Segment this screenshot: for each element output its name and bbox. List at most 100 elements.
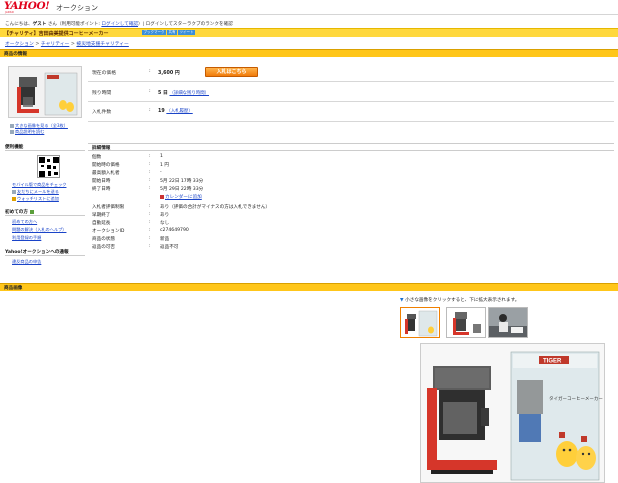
current-price-row: 現在の価格 : 3,600 円 入札はこちら (88, 62, 614, 82)
detail-label: 入札者評価制限 (92, 205, 125, 210)
breadcrumb-item[interactable]: チャリティー (41, 42, 69, 47)
help-heading: 初めての方 (5, 209, 85, 216)
help-link[interactable]: 問題の解決（入札のヘルプ） (12, 226, 66, 234)
help-links: 初めての方へ 問題の解決（入札のヘルプ） 利用登録の手順 (12, 218, 66, 243)
breadcrumb: オークション > チャリティー > 被災地支援チャリティー (5, 40, 129, 47)
current-price-value: 3,600 円 (158, 71, 180, 76)
item-title-bar: 【チャリティ】吉田由美提供コーヒーメーカー ブックマーク 共有 ツイート (0, 28, 618, 37)
add-calendar-link[interactable]: カレンダーに追加 (165, 195, 202, 200)
breadcrumb-sep: > (33, 42, 41, 47)
document-icon (10, 130, 14, 134)
section-product-info: 商品の情報 (0, 49, 618, 57)
share-button[interactable]: 共有 (167, 30, 177, 35)
detail-label: 最高額入札者 (92, 171, 120, 176)
help-link[interactable]: 初めての方へ (12, 218, 66, 226)
detail-label: 開始日時 (92, 179, 111, 184)
detail-label: 開始時の価格 (92, 163, 120, 168)
add-watchlist-link[interactable]: ウォッチリストに追加 (17, 196, 59, 201)
section-product-images: 商品画像 (0, 283, 618, 291)
image-hint-text: 小さな画像をクリックすると、下に拡大表示されます。 (405, 298, 520, 303)
greeting-rest: ）| ログインしてスターラクブのランクを確認 (138, 22, 233, 27)
convenience-heading: 便利機能 (5, 144, 85, 151)
time-left-days: 5 日 (158, 91, 168, 96)
thumbnail-1[interactable] (400, 307, 440, 338)
colon: : (149, 220, 151, 225)
coffee-maker-large-image: TIGER タイガーコーヒーメーカー (421, 344, 604, 482)
mail-icon (12, 190, 16, 194)
detail-value: なし (160, 221, 170, 226)
report-link-wrap: 違反商品の申告 (12, 259, 41, 265)
tweet-button[interactable]: ツイート (178, 30, 195, 35)
detail-value: c274649790 (160, 228, 189, 233)
large-product-image[interactable]: TIGER タイガーコーヒーメーカー (420, 343, 605, 483)
detail-value: 5月 22日 17時 33分 (160, 179, 204, 184)
bids-row: 入札件数 : 19 （入札履歴） (88, 102, 614, 122)
share-buttons: ブックマーク 共有 ツイート (142, 30, 196, 36)
report-heading: Yahoo!オークションへの通報 (5, 249, 85, 256)
help-icon (29, 209, 34, 214)
help-link[interactable]: 利用登録の手順 (12, 234, 66, 242)
view-large-images-link[interactable]: 大きな画像を見る（全3枚） (15, 123, 68, 128)
bid-button[interactable]: 入札はこちら (205, 67, 258, 77)
section-title: 商品画像 (4, 286, 23, 291)
detail-value: 1 円 (160, 163, 169, 168)
greeting-prefix: こんにちは、 (5, 22, 33, 27)
colon: : (149, 89, 151, 94)
site-name[interactable]: オークション (56, 3, 98, 13)
colon: : (149, 186, 151, 191)
greeting-middle: さん（利用可能ポイント: (46, 22, 102, 27)
item-title: 【チャリティ】吉田由美提供コーヒーメーカー (4, 31, 109, 37)
detail-value: 1 (160, 154, 163, 159)
calendar-wrap: カレンダーに追加 (160, 194, 202, 200)
help-heading-text: 初めての方 (5, 210, 30, 215)
colon: : (149, 154, 151, 159)
login-link[interactable]: ログインして確認 (101, 22, 138, 27)
breadcrumb-item[interactable]: オークション (5, 42, 34, 47)
thumbnail-3[interactable] (488, 307, 528, 338)
detail-label: 個数 (92, 155, 102, 160)
qr-code (37, 155, 60, 178)
box-brand-text: TIGER (543, 359, 562, 365)
product-image-links: 大きな画像を見る（全3枚） 商品説明を読む (10, 123, 68, 135)
bids-value: 19 （入札履歴） (158, 108, 193, 114)
bid-history-link[interactable]: （入札履歴） (166, 109, 192, 114)
bids-count: 19 (158, 109, 165, 114)
colon: : (149, 244, 151, 249)
colon: : (149, 204, 151, 209)
bookmark-button[interactable]: ブックマーク (142, 30, 166, 35)
thumb-box-image (401, 308, 439, 337)
calendar-icon (160, 194, 164, 199)
product-main-image[interactable] (8, 66, 82, 118)
read-description-link[interactable]: 商品説明を読む (15, 129, 44, 134)
bids-label: 入札件数 (92, 110, 112, 115)
detail-value: - (160, 170, 162, 175)
details-title: 詳細情報 (92, 146, 111, 151)
details-heading: 詳細情報 (88, 143, 614, 151)
colon: : (149, 236, 151, 241)
detail-label: 自動延長 (92, 221, 111, 226)
detail-label: 返品の可否 (92, 245, 115, 250)
breadcrumb-item[interactable]: 被災地支援チャリティー (76, 42, 128, 47)
thumbnail-2[interactable] (446, 307, 486, 338)
detail-label: オークションID (92, 229, 125, 234)
box-title-text: タイガーコーヒーメーカー (549, 395, 603, 402)
time-left-label: 残り時間 (92, 91, 112, 96)
detail-label: 終了日時 (92, 187, 111, 192)
detail-value: あり (160, 213, 170, 218)
detail-value: 5月 29日 22時 33分 (160, 187, 204, 192)
detail-value: 返品不可 (160, 245, 179, 250)
colon: : (149, 170, 151, 175)
greeting-bar: こんにちは、ゲスト さん（利用可能ポイント: ログインして確認）| ログインして… (5, 21, 233, 27)
detail-label: 早期終了 (92, 213, 111, 218)
report-violation-link[interactable]: 違反商品の申告 (12, 259, 41, 264)
colon: : (149, 108, 151, 113)
time-left-detail-link[interactable]: （詳細な残り時間） (169, 91, 209, 96)
mobile-check-link[interactable]: モバイル版で商品をチェック (12, 181, 66, 188)
yahoo-logo[interactable]: YAHOO! (4, 1, 50, 12)
image-hint: ▼ 小さな画像をクリックすると、下に拡大表示されます。 (400, 297, 519, 303)
colon: : (149, 212, 151, 217)
send-mail-link[interactable]: 友だちにメールを送る (17, 189, 59, 194)
thumb-signing-image (489, 308, 527, 337)
yahoo-logo-sub: JAPAN (5, 11, 14, 14)
time-left-value: 5 日 （詳細な残り時間） (158, 89, 209, 96)
